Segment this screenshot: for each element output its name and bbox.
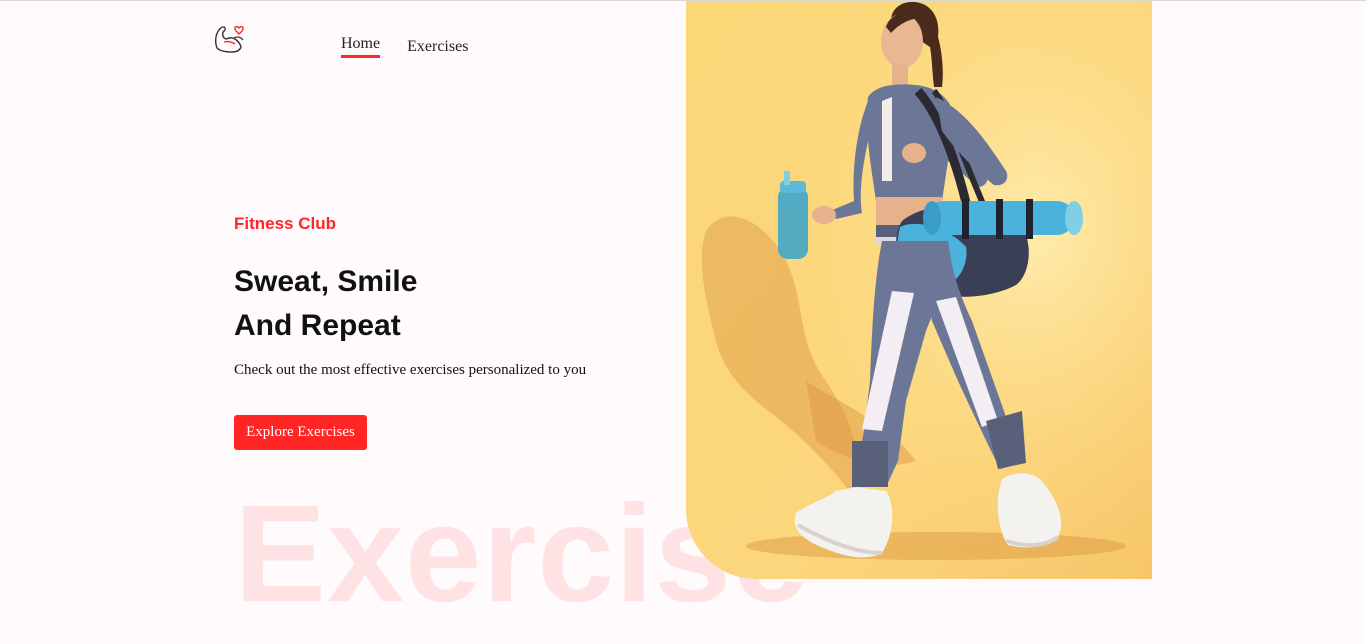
hero-title: Sweat, Smile And Repeat [234,260,417,348]
main-nav: Home Exercises [341,35,468,58]
hero-description: Check out the most effective exercises p… [234,362,587,378]
nav-link-exercises[interactable]: Exercises [407,38,468,58]
woman-walking-with-gym-bag-image [686,1,1152,579]
logo-icon[interactable] [212,21,248,57]
page: Home Exercises Fitness Club Sweat, Smile… [0,0,1366,644]
hero-title-line-1: Sweat, Smile [234,265,418,298]
explore-exercises-button[interactable]: Explore Exercises [234,415,367,450]
hero-title-line-2: And Repeat [234,309,401,342]
nav-link-home[interactable]: Home [341,35,381,58]
hero-subtitle: Fitness Club [234,214,337,233]
